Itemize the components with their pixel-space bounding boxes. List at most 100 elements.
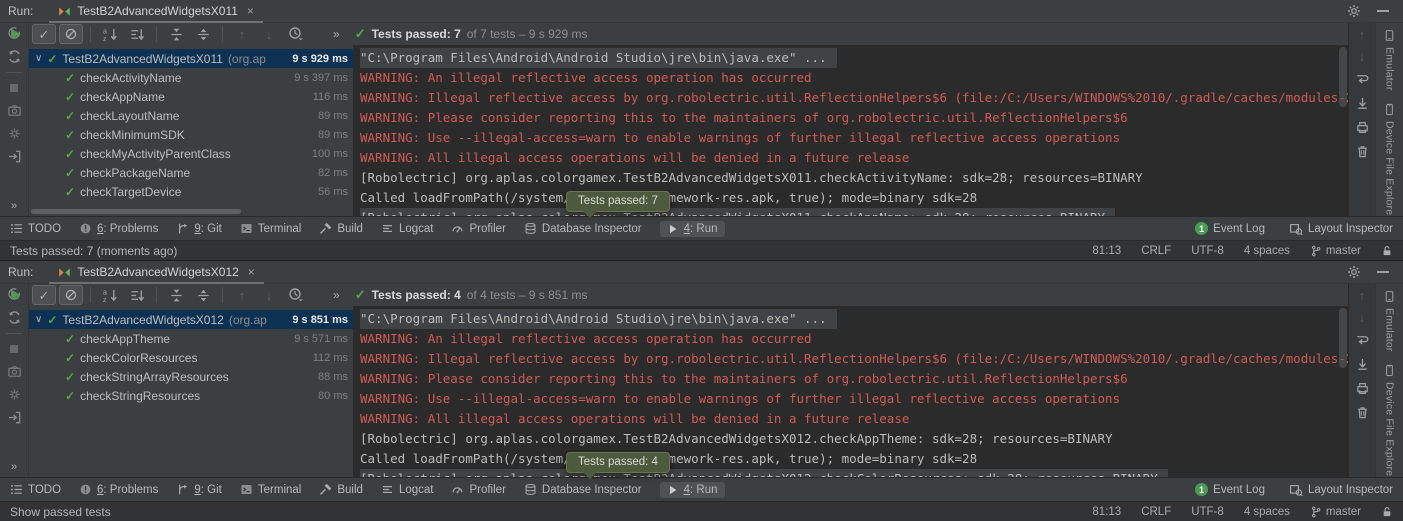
run-header: Run: TestB2AdvancedWidgetsX011 × <box>0 0 1403 23</box>
toolwindow-device-file-explorer[interactable]: Device File Explorer <box>1383 364 1396 477</box>
encoding-indicator[interactable]: UTF-8 <box>1191 506 1224 518</box>
show-passed-toggle[interactable]: ✓ <box>32 285 56 305</box>
more-options-chevrons[interactable]: » <box>11 462 17 473</box>
rerun-failed-tests-icon[interactable] <box>7 49 22 64</box>
event-log-button[interactable]: 1 Event Log <box>1195 222 1265 235</box>
toolwindow-git[interactable]: 9: Git <box>176 222 222 235</box>
test-duration: 82 ms <box>318 167 353 179</box>
console-vertical-scrollbar[interactable] <box>1339 47 1347 107</box>
toolwindow-profiler[interactable]: Profiler <box>451 222 505 235</box>
soft-wrap-icon[interactable] <box>1355 333 1370 348</box>
indent-indicator[interactable]: 4 spaces <box>1244 506 1290 518</box>
test-row[interactable]: ✓checkColorResources112 ms <box>29 348 353 367</box>
print-icon[interactable] <box>1355 381 1370 396</box>
clear-console-trash-icon[interactable] <box>1355 144 1370 159</box>
toolwindow-logcat[interactable]: Logcat <box>381 222 434 235</box>
sort-alphabetically-icon[interactable]: az <box>98 285 122 305</box>
soft-wrap-icon[interactable] <box>1355 72 1370 87</box>
tree-horizontal-scrollbar[interactable] <box>31 209 241 214</box>
caret-position[interactable]: 81:13 <box>1092 506 1121 518</box>
gear-icon[interactable] <box>1347 265 1361 279</box>
caret-position[interactable]: 81:13 <box>1092 245 1121 257</box>
lock-icon[interactable] <box>1381 506 1393 518</box>
test-row[interactable]: ✓checkMinimumSDK89 ms <box>29 125 353 144</box>
layout-inspector-label: Layout Inspector <box>1308 484 1393 496</box>
toolwindow-problems[interactable]: 6: Problems <box>79 483 158 496</box>
toolwindow-todo[interactable]: TODO <box>10 222 61 235</box>
test-duration: 9 s 397 ms <box>294 72 353 84</box>
indent-indicator[interactable]: 4 spaces <box>1244 245 1290 257</box>
more-options-chevrons[interactable]: » <box>11 201 17 212</box>
show-ignored-toggle[interactable] <box>59 285 83 305</box>
toolwindow-device-file-explorer[interactable]: Device File Explorer <box>1383 103 1396 216</box>
toolwindow-problems[interactable]: 6: Problems <box>79 222 158 235</box>
run-play-icon[interactable] <box>9 27 23 41</box>
toolwindow-logcat[interactable]: Logcat <box>381 483 434 496</box>
run-play-icon[interactable] <box>9 288 23 302</box>
toolwindow-terminal[interactable]: Terminal <box>240 222 301 235</box>
collapse-all-icon[interactable] <box>191 24 215 44</box>
show-passed-toggle[interactable]: ✓ <box>32 24 56 44</box>
import-test-results-icon[interactable] <box>7 410 22 425</box>
test-row[interactable]: ✓checkStringResources80 ms <box>29 386 353 405</box>
chevron-down-icon[interactable]: ∨ <box>35 53 42 64</box>
hide-icon[interactable] <box>1377 271 1389 273</box>
chevron-down-icon[interactable]: ∨ <box>35 314 42 325</box>
test-suite-row[interactable]: ∨ ✓ TestB2AdvancedWidgetsX011 (org.ap 9 … <box>29 49 353 68</box>
console-vertical-scrollbar[interactable] <box>1339 308 1347 368</box>
toolwindow-git[interactable]: 9: Git <box>176 483 222 496</box>
more-toolbar-chevrons[interactable]: » <box>333 28 340 40</box>
test-row[interactable]: ✓checkStringArrayResources88 ms <box>29 367 353 386</box>
sort-by-duration-icon[interactable] <box>125 24 149 44</box>
scroll-to-end-icon[interactable] <box>1355 357 1370 372</box>
toolwindow-run[interactable]: 4: Run <box>660 221 725 237</box>
right-tool-window-bar: Emulator Device File Explorer <box>1375 23 1403 216</box>
sort-alphabetically-icon[interactable]: az <box>98 24 122 44</box>
git-branch-indicator[interactable]: master <box>1310 506 1361 518</box>
gear-icon[interactable] <box>1347 4 1361 18</box>
toolwindow-profiler[interactable]: Profiler <box>451 483 505 496</box>
test-history-icon[interactable] <box>284 285 308 305</box>
expand-all-icon[interactable] <box>164 24 188 44</box>
toolwindow-todo[interactable]: TODO <box>10 483 61 496</box>
test-history-icon[interactable] <box>284 24 308 44</box>
test-row[interactable]: ✓checkMyActivityParentClass100 ms <box>29 144 353 163</box>
line-ending-indicator[interactable]: CRLF <box>1141 506 1171 518</box>
close-icon[interactable]: × <box>248 265 255 279</box>
scroll-to-end-icon[interactable] <box>1355 96 1370 111</box>
event-log-button[interactable]: 1 Event Log <box>1195 483 1265 496</box>
lock-icon[interactable] <box>1381 245 1393 257</box>
test-suite-row[interactable]: ∨ ✓ TestB2AdvancedWidgetsX012 (org.ap 9 … <box>29 310 353 329</box>
emulator-icon <box>1383 290 1396 303</box>
show-ignored-toggle[interactable] <box>59 24 83 44</box>
sort-by-duration-icon[interactable] <box>125 285 149 305</box>
line-ending-indicator[interactable]: CRLF <box>1141 245 1171 257</box>
rerun-failed-tests-icon[interactable] <box>7 310 22 325</box>
test-row[interactable]: ✓checkPackageName82 ms <box>29 163 353 182</box>
toolwindow-emulator[interactable]: Emulator <box>1383 290 1396 352</box>
toolwindow-build[interactable]: Build <box>319 483 363 496</box>
close-icon[interactable]: × <box>247 4 254 18</box>
layout-inspector-button[interactable]: Layout Inspector <box>1289 483 1393 497</box>
toolwindow-build[interactable]: Build <box>319 222 363 235</box>
clear-console-trash-icon[interactable] <box>1355 405 1370 420</box>
toolwindow-terminal[interactable]: Terminal <box>240 483 301 496</box>
more-toolbar-chevrons[interactable]: » <box>333 289 340 301</box>
hide-icon[interactable] <box>1377 10 1389 12</box>
layout-inspector-button[interactable]: Layout Inspector <box>1289 222 1393 236</box>
git-branch-indicator[interactable]: master <box>1310 245 1361 257</box>
test-row[interactable]: ✓checkAppName116 ms <box>29 87 353 106</box>
import-test-results-icon[interactable] <box>7 149 22 164</box>
print-icon[interactable] <box>1355 120 1370 135</box>
run-tab[interactable]: TestB2AdvancedWidgetsX011 × <box>49 0 263 22</box>
test-row[interactable]: ✓checkTargetDevice56 ms <box>29 182 353 201</box>
test-row[interactable]: ✓checkLayoutName89 ms <box>29 106 353 125</box>
expand-all-icon[interactable] <box>164 285 188 305</box>
test-row[interactable]: ✓checkActivityName9 s 397 ms <box>29 68 353 87</box>
toolwindow-emulator[interactable]: Emulator <box>1383 29 1396 91</box>
run-tab[interactable]: TestB2AdvancedWidgetsX012 × <box>49 261 263 283</box>
toolwindow-run[interactable]: 4: Run <box>660 482 725 498</box>
test-row[interactable]: ✓checkAppTheme9 s 571 ms <box>29 329 353 348</box>
collapse-all-icon[interactable] <box>191 285 215 305</box>
encoding-indicator[interactable]: UTF-8 <box>1191 245 1224 257</box>
